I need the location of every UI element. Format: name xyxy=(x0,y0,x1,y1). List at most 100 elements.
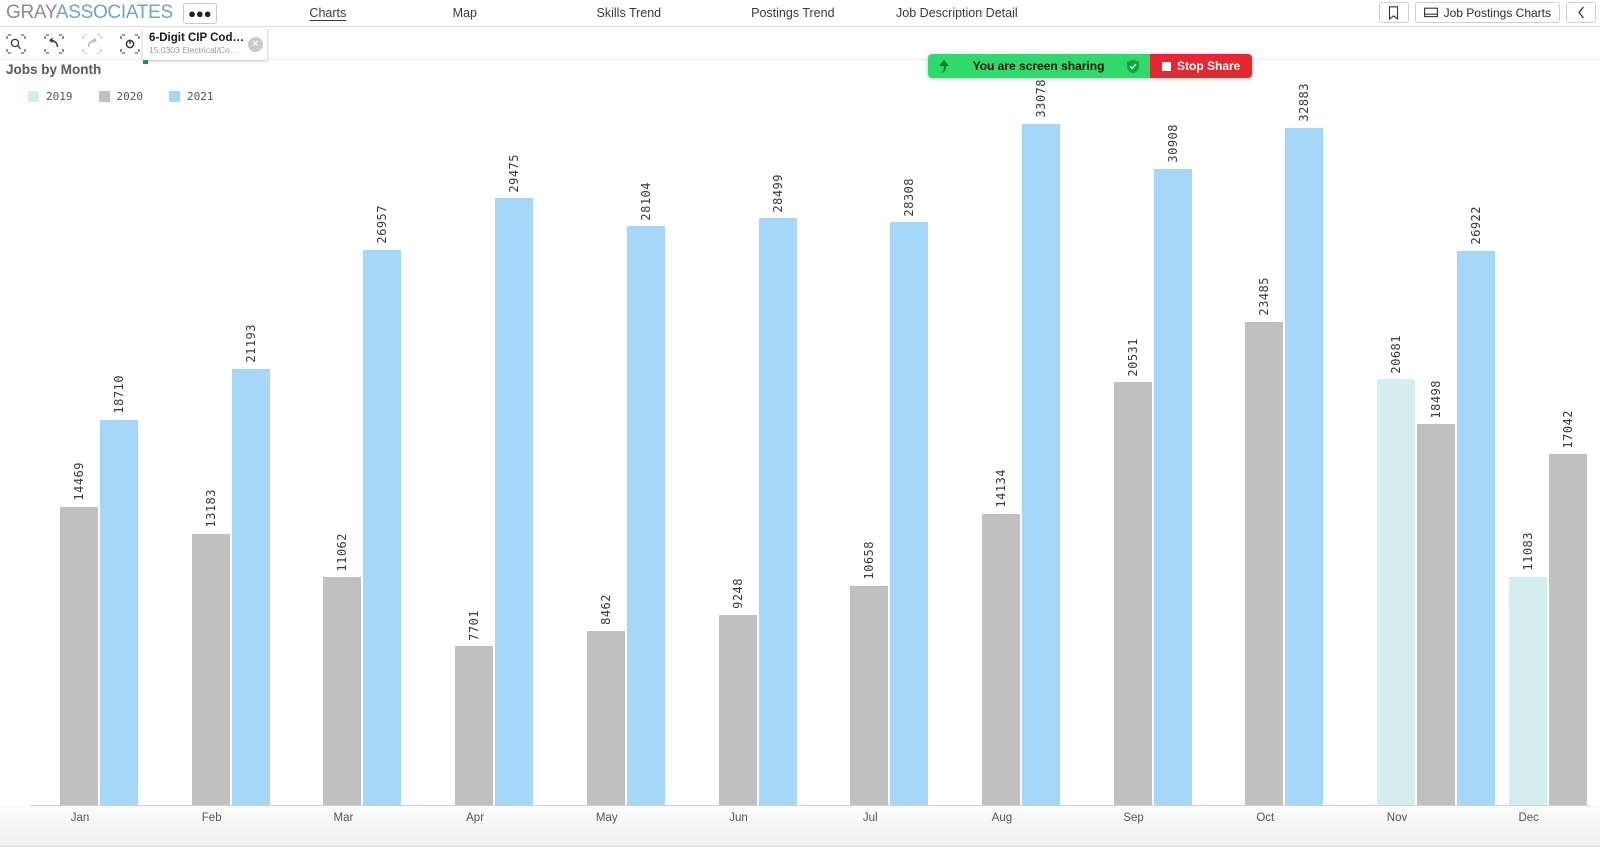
bar-oct-2021[interactable] xyxy=(1285,128,1324,805)
bar-value-label: 21193 xyxy=(243,324,258,363)
undo-arrow-icon[interactable] xyxy=(44,33,64,54)
collapse-panel-button[interactable] xyxy=(1566,2,1596,23)
bar-jul-2020[interactable] xyxy=(850,585,889,805)
chevron-left-icon xyxy=(1577,6,1584,19)
workbook-label: Job Postings Charts xyxy=(1443,5,1551,20)
bar-mar-2020[interactable] xyxy=(323,577,362,805)
bar-value-label: 18498 xyxy=(1429,379,1443,419)
bar-value-label: 8462 xyxy=(598,593,613,625)
bar-value-label: 23485 xyxy=(1257,276,1272,316)
tab-skills-trend[interactable]: Skills Trend xyxy=(547,6,711,20)
x-tick-jun: Jun xyxy=(729,812,748,824)
x-tick-jul: Jul xyxy=(862,812,878,824)
bar-value-label: 13183 xyxy=(203,488,218,528)
bar-feb-2020[interactable] xyxy=(191,533,230,805)
top-right-controls: Job Postings Charts xyxy=(1378,2,1596,23)
bar-apr-2020[interactable] xyxy=(455,646,494,805)
legend-swatch-2020 xyxy=(98,91,110,102)
bar-mar-2021[interactable] xyxy=(363,250,402,805)
redo-arrow-icon[interactable] xyxy=(82,33,102,54)
x-tick-dec: Dec xyxy=(1518,812,1539,824)
legend-label-2020: 2020 xyxy=(116,90,144,103)
top-navigation-bar: GRAYASSOCIATES ●●● Charts Map Skills Tre… xyxy=(0,0,1600,27)
bar-nov-2019[interactable] xyxy=(1377,379,1415,805)
tab-charts[interactable]: Charts xyxy=(273,6,383,20)
page-title: Jobs by Month xyxy=(6,62,102,77)
bar-may-2020[interactable] xyxy=(586,630,625,805)
workbook-button[interactable]: Job Postings Charts xyxy=(1414,2,1560,23)
bar-oct-2020[interactable] xyxy=(1245,321,1284,805)
tab-postings-trend[interactable]: Postings Trend xyxy=(711,6,875,20)
bar-dec-2020[interactable] xyxy=(1548,454,1587,805)
legend-swatch-2019 xyxy=(28,91,39,102)
share-arrow-icon xyxy=(939,59,949,73)
nav-tabs: Charts Map Skills Trend Postings Trend J… xyxy=(273,0,1039,27)
legend-item-2021[interactable]: 2021 xyxy=(169,90,214,103)
tab-job-description-detail[interactable]: Job Description Detail xyxy=(875,6,1039,20)
bar-nov-2020[interactable] xyxy=(1417,424,1455,805)
bar-jan-2021[interactable] xyxy=(100,419,138,805)
bar-value-label: 32883 xyxy=(1297,83,1312,122)
bar-sep-2021[interactable] xyxy=(1153,168,1192,805)
stop-share-button[interactable]: Stop Share xyxy=(1150,54,1253,78)
x-tick-mar: Mar xyxy=(333,812,354,824)
bar-sep-2020[interactable] xyxy=(1113,382,1152,805)
bar-value-label: 14134 xyxy=(993,469,1008,509)
bar-jul-2021[interactable] xyxy=(890,222,929,805)
bar-value-label: 30908 xyxy=(1165,124,1180,163)
bar-chart-plot-area: 14469 18710 13183 21193 11062 26957 7701 29475 8… xyxy=(0,79,1600,805)
x-tick-feb: Feb xyxy=(201,812,222,824)
screen-share-banner: You are screen sharing Stop Share xyxy=(928,54,1253,78)
filter-chip-text: 6-Digit CIP Cod… 15.0303 Electrical/Co… xyxy=(149,32,245,56)
bar-feb-2021[interactable] xyxy=(231,368,270,805)
brand-name-first: GRAY xyxy=(6,2,56,23)
legend-item-2020[interactable]: 2020 xyxy=(98,90,144,103)
x-tick-oct: Oct xyxy=(1256,812,1275,824)
x-tick-nov: Nov xyxy=(1386,812,1408,824)
more-dots-icon: ●●● xyxy=(188,5,212,21)
bar-value-label: 26922 xyxy=(1469,206,1483,245)
x-tick-may: May xyxy=(595,812,618,824)
stop-square-icon xyxy=(1162,61,1171,71)
bookmark-button[interactable] xyxy=(1378,2,1409,23)
shield-check-icon[interactable] xyxy=(1126,59,1140,74)
tab-map[interactable]: Map xyxy=(383,6,547,20)
share-status-text: You are screen sharing xyxy=(972,59,1105,73)
bar-nov-2021[interactable] xyxy=(1457,250,1495,805)
x-tick-sep: Sep xyxy=(1123,812,1144,824)
bar-dec-2019[interactable] xyxy=(1508,576,1547,805)
legend-label-2021: 2021 xyxy=(187,90,214,103)
bar-value-label: 28104 xyxy=(638,181,653,221)
menu-button[interactable]: ●●● xyxy=(182,2,217,24)
bar-value-label: 18710 xyxy=(112,375,126,414)
bar-may-2021[interactable] xyxy=(626,226,665,805)
bar-value-label: 10658 xyxy=(862,540,877,580)
x-tick-apr: Apr xyxy=(466,812,485,824)
bar-value-label: 17042 xyxy=(1560,409,1575,449)
zoom-search-icon[interactable] xyxy=(6,33,26,54)
bar-value-label: 29475 xyxy=(507,153,522,193)
bar-jun-2021[interactable] xyxy=(758,218,797,805)
legend-swatch-2021 xyxy=(169,91,180,102)
reset-icon[interactable] xyxy=(120,33,140,54)
legend-item-2019[interactable]: 2019 xyxy=(28,90,73,103)
chart-legend: 2019 2020 2021 xyxy=(28,90,214,103)
x-axis-area xyxy=(0,806,1600,847)
bar-apr-2021[interactable] xyxy=(495,198,534,805)
brand-name-second: ASSOCIATES xyxy=(55,2,173,23)
bar-aug-2020[interactable] xyxy=(981,514,1020,805)
bar-value-label: 11083 xyxy=(1520,532,1535,571)
bar-value-label: 20531 xyxy=(1125,337,1140,377)
legend-label-2019: 2019 xyxy=(46,90,73,103)
bar-jun-2020[interactable] xyxy=(718,614,757,805)
x-tick-jan: Jan xyxy=(70,812,90,824)
close-circle-icon[interactable]: ✕ xyxy=(248,36,263,52)
filter-chip-cip-code[interactable]: 6-Digit CIP Cod… 15.0303 Electrical/Co… … xyxy=(143,28,267,60)
bar-value-label: 9248 xyxy=(730,577,745,609)
bar-jan-2020[interactable] xyxy=(60,507,98,805)
share-status-area: You are screen sharing xyxy=(928,54,1150,78)
bar-value-label: 14469 xyxy=(72,462,86,502)
bar-value-label: 28499 xyxy=(770,173,785,213)
stop-share-label: Stop Share xyxy=(1177,59,1241,73)
bar-aug-2021[interactable] xyxy=(1021,123,1060,805)
